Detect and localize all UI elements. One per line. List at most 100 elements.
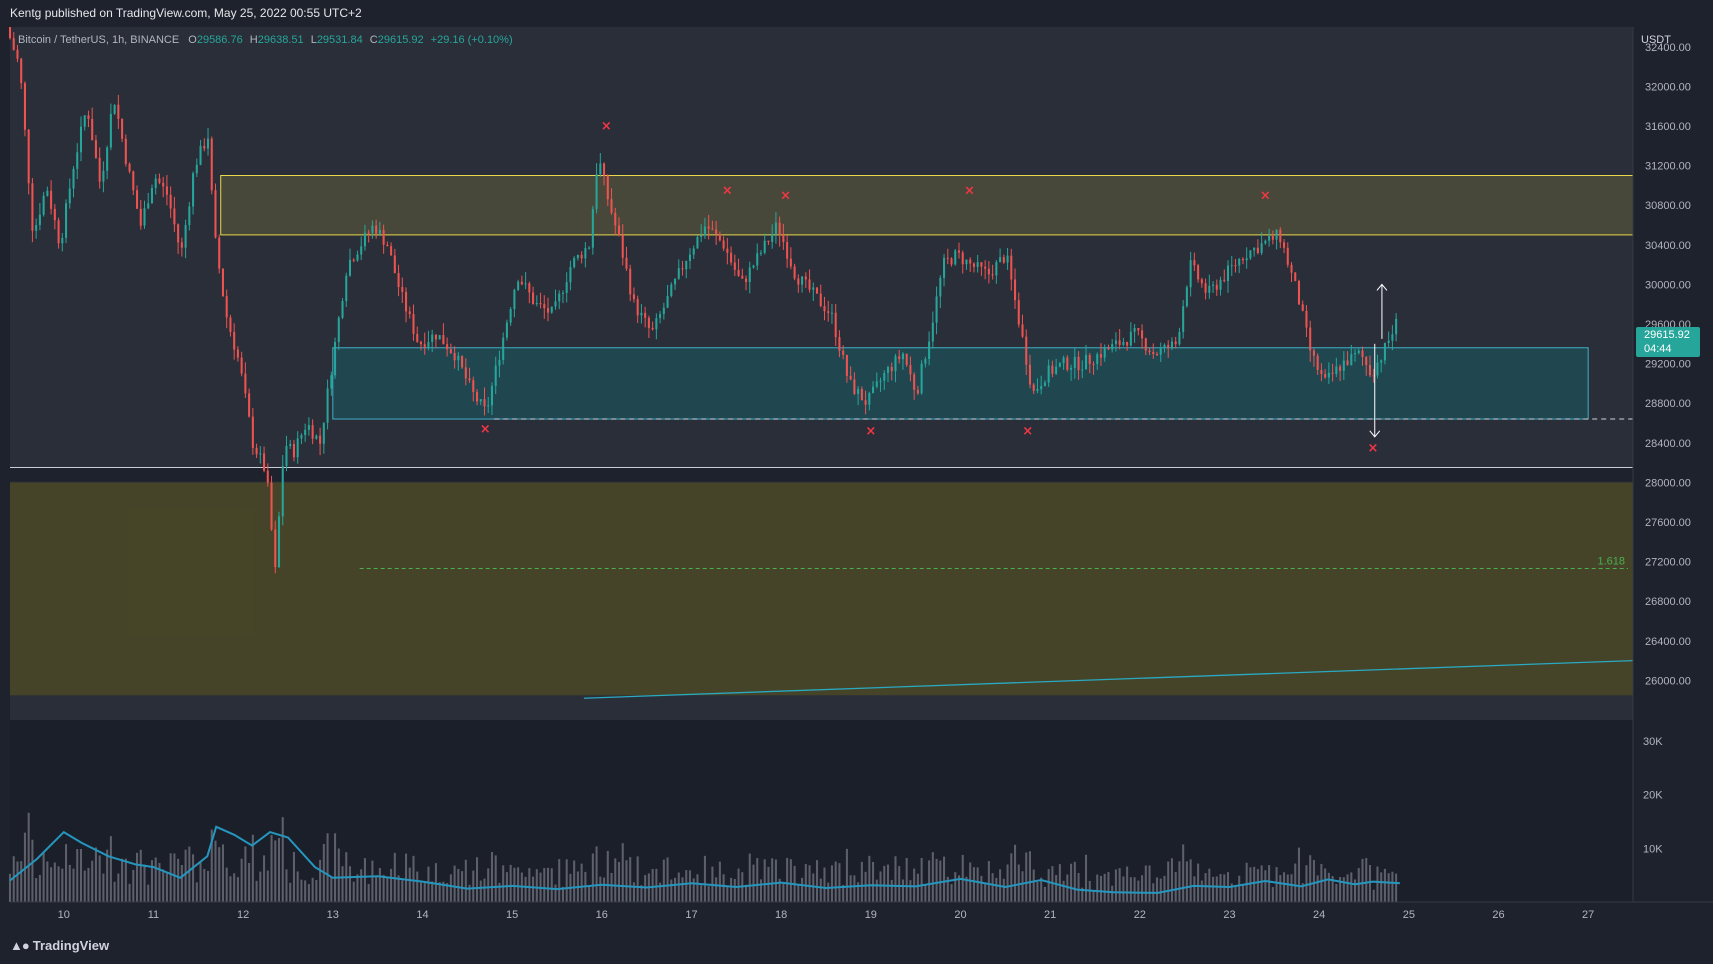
volume-bar (236, 877, 239, 902)
candle-body (939, 277, 942, 297)
candle-body (1129, 331, 1132, 346)
candle-body (1383, 342, 1386, 361)
candle-body (165, 186, 168, 195)
volume-bar (1290, 874, 1293, 902)
candle-body (857, 388, 860, 394)
volume-bar (752, 864, 755, 902)
volume-bar (771, 858, 774, 902)
tradingview-logo[interactable]: ▲● TradingView (10, 938, 109, 953)
volume-bar (875, 879, 878, 902)
volume-bar (632, 882, 635, 902)
candle-body (169, 194, 172, 209)
volume-bar (221, 844, 224, 902)
volume-bar (745, 884, 748, 902)
volume-bar (801, 877, 804, 902)
volume-bar (532, 876, 535, 902)
volume-bar (1148, 865, 1151, 902)
candle-body (61, 237, 64, 244)
candle-body (595, 174, 598, 210)
candle-body (554, 301, 557, 307)
candle-body (842, 350, 845, 355)
volume-bar (453, 865, 456, 902)
candle-body (367, 232, 370, 234)
price-axis (1633, 27, 1713, 902)
candle-body (1297, 280, 1301, 305)
candle-body (696, 236, 699, 249)
volume-bar (797, 884, 800, 902)
candle-body (438, 335, 441, 340)
volume-bar (730, 877, 733, 902)
legend-symbol: Bitcoin / TetherUS, 1h, BINANCE (18, 34, 180, 46)
x-tick-label: 18 (775, 909, 787, 921)
candle-body (898, 356, 901, 360)
legend-open: 29586.76 (196, 34, 243, 46)
y-tick-label: 32400.00 (1645, 42, 1691, 54)
candle-body (1084, 355, 1088, 370)
candle-body (322, 422, 325, 444)
chart-area[interactable]: 1.618××× ××××××USDT32400.0032000.0031600.… (0, 27, 1713, 928)
volume-bar (139, 849, 142, 902)
candle-body (341, 301, 344, 318)
candle-body (83, 115, 86, 127)
volume-bar (464, 859, 467, 902)
candle-body (629, 268, 632, 295)
legend-high-label: H (249, 34, 258, 46)
candle-body (330, 375, 333, 389)
candle-body (345, 275, 348, 302)
volume-bar (363, 858, 366, 902)
candle-body (419, 341, 423, 345)
candle-body (610, 199, 613, 213)
candle-body (1092, 363, 1095, 365)
volume-bar (121, 858, 124, 902)
legend-change: +29.16 (+0.10%) (430, 34, 513, 46)
candle-body (1327, 372, 1330, 378)
volume-bar (1256, 869, 1259, 902)
candle-body (487, 405, 490, 407)
candle-body (543, 304, 546, 309)
candle-body (1189, 260, 1192, 288)
candle-body (139, 208, 142, 226)
volume-bar (334, 833, 337, 902)
volume-bar (1159, 878, 1162, 902)
candle-body (505, 322, 508, 338)
y-tick-label: 28000.00 (1645, 477, 1691, 489)
volume-bar (991, 873, 994, 902)
candle-body (1301, 304, 1304, 311)
candle-body (1268, 235, 1271, 241)
footer: ▲● TradingView (0, 928, 1713, 964)
candle-body (1350, 354, 1353, 366)
y-tick-label: 30400.00 (1645, 240, 1691, 252)
candle-body (1107, 348, 1110, 350)
candle-body (1073, 356, 1076, 368)
volume-bar (65, 844, 68, 902)
volume-bar (890, 879, 893, 902)
volume-bar (1122, 876, 1125, 902)
candle-body (827, 311, 830, 313)
x-tick-label: 27 (1582, 909, 1594, 921)
candle-body (584, 248, 587, 259)
candle-body (408, 311, 411, 314)
candle-body (136, 190, 139, 209)
candle-body (1036, 389, 1039, 391)
volume-bar (1316, 875, 1319, 902)
volume-bar (565, 859, 568, 902)
candle-body (1219, 279, 1222, 290)
volume-bar (479, 880, 482, 902)
volume-bar (136, 852, 139, 902)
volume-bar (580, 863, 583, 902)
candle-body (1152, 352, 1155, 355)
volume-bar (804, 864, 807, 902)
candle-body (150, 188, 154, 204)
volume-bar (401, 880, 404, 902)
volume-bar (591, 853, 594, 902)
candle-body (972, 263, 975, 267)
volume-bar (838, 863, 841, 902)
candle-body (42, 195, 45, 215)
candle-body (621, 235, 624, 258)
candle-body (46, 190, 49, 196)
candle-body (8, 27, 12, 39)
volume-bar (1107, 872, 1110, 902)
volume-bar (1182, 844, 1185, 902)
candle-body (756, 253, 759, 266)
volume-bar (1141, 875, 1144, 902)
